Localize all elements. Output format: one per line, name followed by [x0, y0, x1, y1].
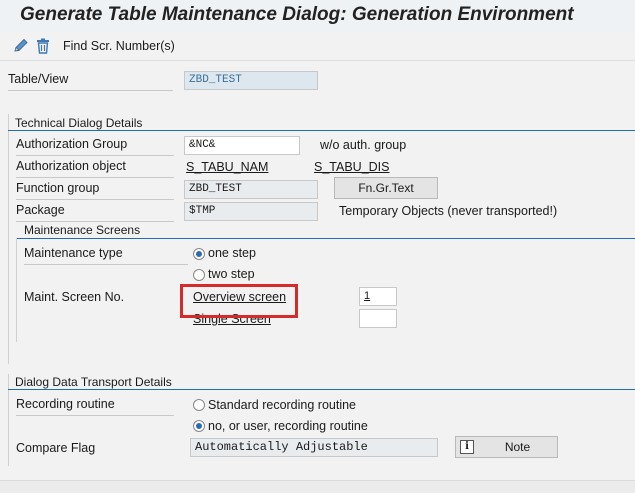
function-group-label: Function group	[16, 181, 174, 200]
technical-dialog-details-title: Technical Dialog Details	[15, 116, 143, 130]
info-icon: i	[460, 440, 474, 454]
subgroup-border	[16, 238, 17, 342]
auth-group-label: Authorization Group	[16, 137, 174, 156]
package-field: $TMP	[184, 202, 318, 221]
maintenance-screens-title: Maintenance Screens	[24, 223, 141, 237]
auth-group-description: w/o auth. group	[320, 138, 407, 152]
function-group-field: ZBD_TEST	[184, 180, 318, 199]
user-recording-radio[interactable]	[193, 420, 205, 432]
standard-recording-radio[interactable]	[193, 399, 205, 411]
bottom-strip	[0, 480, 635, 493]
group-divider	[8, 130, 635, 131]
trash-icon[interactable]	[34, 37, 52, 55]
recording-routine-label: Recording routine	[16, 397, 174, 416]
package-label: Package	[16, 203, 174, 222]
two-step-radio[interactable]	[193, 269, 205, 281]
overview-screen-number-field[interactable]: 1	[359, 287, 397, 306]
auth-group-field[interactable]: &NC&	[184, 136, 300, 155]
pencil-icon[interactable]	[12, 37, 30, 55]
auth-object-link-nam[interactable]: S_TABU_NAM	[186, 160, 268, 174]
maint-screen-no-label: Maint. Screen No.	[24, 290, 125, 304]
table-view-label: Table/View	[8, 72, 173, 91]
auth-object-link-dis[interactable]: S_TABU_DIS	[314, 160, 390, 174]
single-screen-number-field[interactable]	[359, 309, 397, 328]
find-screen-numbers-button[interactable]: Find Scr. Number(s)	[63, 39, 175, 53]
compare-flag-label: Compare Flag	[16, 441, 96, 455]
transport-details-title: Dialog Data Transport Details	[15, 375, 172, 389]
compare-flag-field: Automatically Adjustable	[190, 438, 438, 457]
note-button-label: Note	[504, 440, 531, 454]
one-step-label[interactable]: one step	[208, 246, 256, 260]
fn-gr-text-button[interactable]: Fn.Gr.Text	[334, 177, 438, 199]
standard-recording-label[interactable]: Standard recording routine	[208, 398, 356, 412]
window-title: Generate Table Maintenance Dialog: Gener…	[20, 4, 574, 25]
two-step-label[interactable]: two step	[208, 267, 255, 281]
transport-divider	[8, 389, 635, 390]
highlight-box	[180, 284, 298, 318]
table-view-field: ZBD_TEST	[184, 71, 318, 90]
subgroup-divider	[16, 238, 635, 239]
package-description: Temporary Objects (never transported!)	[339, 204, 558, 218]
one-step-radio[interactable]	[193, 248, 205, 260]
auth-object-label: Authorization object	[16, 159, 174, 178]
user-recording-label[interactable]: no, or user, recording routine	[208, 419, 368, 433]
note-button[interactable]: i Note	[455, 436, 558, 458]
maintenance-type-label: Maintenance type	[24, 246, 188, 265]
